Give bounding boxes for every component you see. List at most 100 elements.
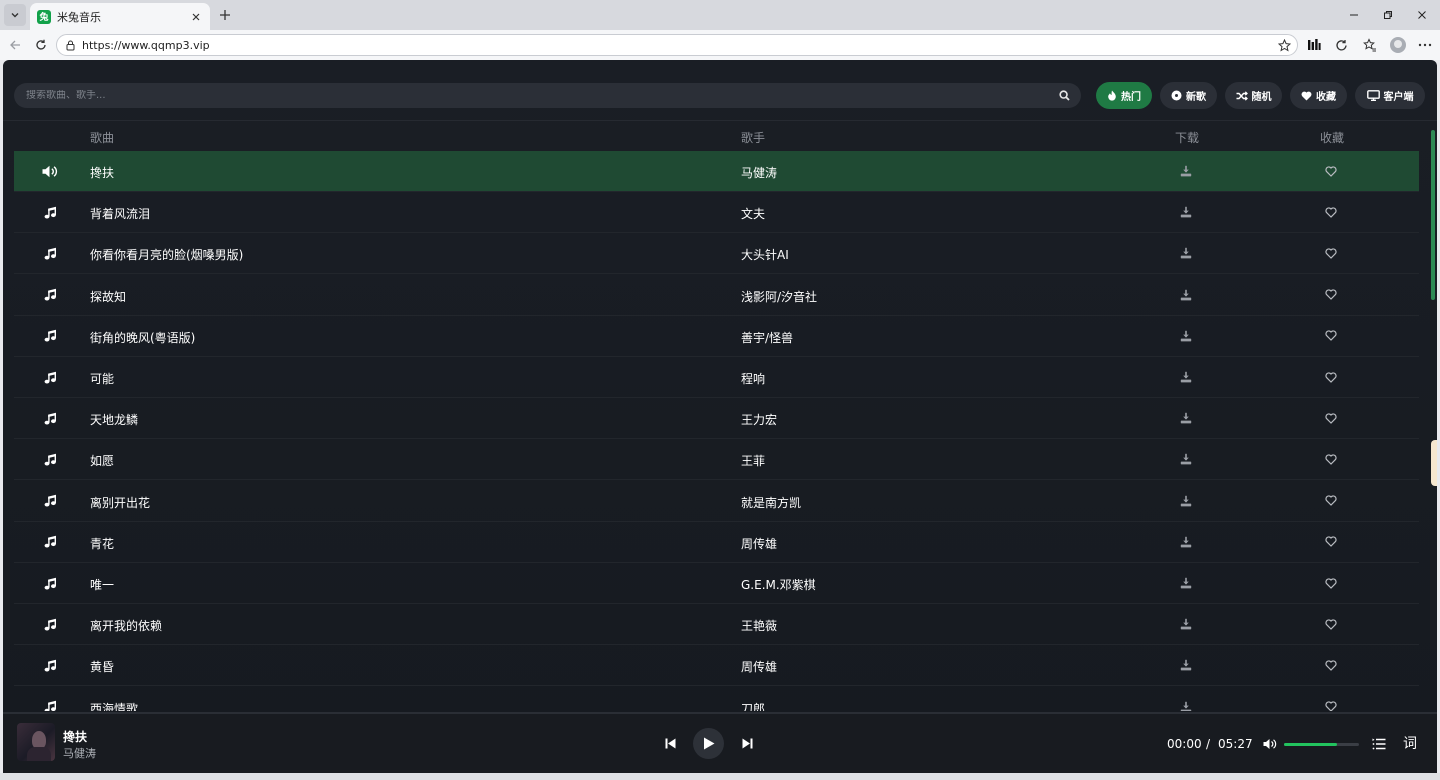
song-row[interactable]: 街角的晚风(粤语版) 善宇/怪兽 xyxy=(14,316,1419,357)
song-artist[interactable]: 程响 xyxy=(741,370,765,387)
volume-button[interactable] xyxy=(1261,736,1279,752)
previous-button[interactable] xyxy=(662,735,678,751)
song-artist[interactable]: 周传雄 xyxy=(741,658,777,675)
chip-favorites[interactable]: 收藏 xyxy=(1290,82,1347,109)
song-title[interactable]: 离别开出花 xyxy=(90,494,150,511)
song-artist[interactable]: 善宇/怪兽 xyxy=(741,329,793,346)
lyrics-button[interactable]: 词 xyxy=(1403,733,1417,753)
song-title[interactable]: 街角的晚风(粤语版) xyxy=(90,329,195,346)
song-title[interactable]: 天地龙鳞 xyxy=(90,411,138,428)
download-button[interactable] xyxy=(1179,288,1193,302)
next-button[interactable] xyxy=(739,735,755,751)
download-button[interactable] xyxy=(1179,535,1193,549)
download-button[interactable] xyxy=(1179,205,1193,219)
download-button[interactable] xyxy=(1179,494,1193,508)
back-button[interactable] xyxy=(6,36,24,54)
star-icon[interactable] xyxy=(1278,38,1291,52)
song-title[interactable]: 你看你看月亮的脸(烟嗓男版) xyxy=(90,246,243,263)
chip-client[interactable]: 客户端 xyxy=(1355,82,1425,109)
favorites-button[interactable] xyxy=(1361,36,1379,54)
volume-slider[interactable] xyxy=(1284,743,1359,746)
list-scrollbar[interactable] xyxy=(1431,130,1435,300)
song-row[interactable]: 探故知 浅影阿/汐音社 xyxy=(14,275,1419,316)
download-button[interactable] xyxy=(1179,700,1193,711)
song-row[interactable]: 青花 周传雄 xyxy=(14,522,1419,563)
song-title[interactable]: 唯一 xyxy=(90,576,114,593)
song-artist[interactable]: 马健涛 xyxy=(741,164,777,181)
song-artist[interactable]: 周传雄 xyxy=(741,535,777,552)
reload-button[interactable] xyxy=(32,36,50,54)
tab-list-button[interactable] xyxy=(4,4,26,26)
song-title[interactable]: 搀扶 xyxy=(90,164,114,181)
song-title[interactable]: 背着风流泪 xyxy=(90,205,150,222)
favorite-button[interactable] xyxy=(1324,700,1338,711)
new-tab-button[interactable] xyxy=(216,6,234,24)
favorite-button[interactable] xyxy=(1324,205,1338,219)
favorite-button[interactable] xyxy=(1324,246,1338,260)
song-row[interactable]: 可能 程响 xyxy=(14,357,1419,398)
album-cover[interactable] xyxy=(17,723,55,761)
song-row[interactable]: 西海情歌 刀郎 xyxy=(14,687,1419,711)
song-row[interactable]: 黄昏 周传雄 xyxy=(14,645,1419,687)
song-row[interactable]: 离别开出花 就是南方凯 xyxy=(14,481,1419,522)
song-artist[interactable]: 大头针AI xyxy=(741,246,789,263)
song-title[interactable]: 离开我的依赖 xyxy=(90,617,162,634)
tab-close-button[interactable] xyxy=(188,9,204,25)
song-artist[interactable]: G.E.M.邓紫棋 xyxy=(741,576,816,593)
song-title[interactable]: 西海情歌 xyxy=(90,700,138,711)
address-bar[interactable]: https://www.qqmp3.vip xyxy=(56,34,1298,56)
download-button[interactable] xyxy=(1179,164,1193,178)
song-artist[interactable]: 刀郎 xyxy=(741,700,765,711)
song-title[interactable]: 可能 xyxy=(90,370,114,387)
song-artist[interactable]: 王菲 xyxy=(741,452,765,469)
song-artist[interactable]: 王艳薇 xyxy=(741,617,777,634)
chip-new[interactable]: 新歌 xyxy=(1160,82,1217,109)
favorite-button[interactable] xyxy=(1324,617,1338,631)
download-button[interactable] xyxy=(1179,329,1193,343)
sync-button[interactable] xyxy=(1332,36,1350,54)
favorite-button[interactable] xyxy=(1324,164,1338,178)
favorite-button[interactable] xyxy=(1324,411,1338,425)
more-menu-button[interactable] xyxy=(1416,36,1434,54)
song-artist[interactable]: 文夫 xyxy=(741,205,765,222)
song-title[interactable]: 青花 xyxy=(90,535,114,552)
favorite-button[interactable] xyxy=(1324,535,1338,549)
download-button[interactable] xyxy=(1179,658,1193,672)
song-row[interactable]: 天地龙鳞 王力宏 xyxy=(14,398,1419,440)
playlist-button[interactable] xyxy=(1370,735,1388,753)
minimize-button[interactable] xyxy=(1345,6,1363,24)
search-button[interactable] xyxy=(1057,89,1071,103)
song-row-playing[interactable]: 搀扶 马健涛 xyxy=(14,151,1419,192)
favorite-button[interactable] xyxy=(1324,452,1338,466)
site-info-icon[interactable] xyxy=(65,40,76,51)
download-button[interactable] xyxy=(1179,246,1193,260)
favorite-button[interactable] xyxy=(1324,658,1338,672)
song-title[interactable]: 黄昏 xyxy=(90,658,114,675)
extension-icon[interactable] xyxy=(1305,36,1323,54)
song-row[interactable]: 如愿 王菲 xyxy=(14,439,1419,481)
side-pull-tab[interactable] xyxy=(1431,440,1437,486)
song-row[interactable]: 你看你看月亮的脸(烟嗓男版) 大头针AI xyxy=(14,233,1419,275)
song-title[interactable]: 探故知 xyxy=(90,288,126,305)
song-row[interactable]: 背着风流泪 文夫 xyxy=(14,192,1419,234)
song-artist[interactable]: 就是南方凯 xyxy=(741,494,801,511)
browser-tab[interactable]: 兔 米兔音乐 xyxy=(30,3,210,30)
chip-hot[interactable]: 热门 xyxy=(1096,82,1152,109)
download-button[interactable] xyxy=(1179,576,1193,590)
favorite-button[interactable] xyxy=(1324,370,1338,384)
restore-button[interactable] xyxy=(1379,6,1397,24)
close-window-button[interactable] xyxy=(1413,6,1431,24)
download-button[interactable] xyxy=(1179,617,1193,631)
chip-random[interactable]: 随机 xyxy=(1225,82,1282,109)
play-button[interactable] xyxy=(693,728,724,759)
download-button[interactable] xyxy=(1179,452,1193,466)
search-bar[interactable] xyxy=(14,83,1081,108)
favorite-button[interactable] xyxy=(1324,494,1338,508)
download-button[interactable] xyxy=(1179,411,1193,425)
download-button[interactable] xyxy=(1179,370,1193,384)
search-input[interactable] xyxy=(26,90,1057,101)
profile-button[interactable] xyxy=(1389,36,1407,54)
favorite-button[interactable] xyxy=(1324,288,1338,302)
song-title[interactable]: 如愿 xyxy=(90,452,114,469)
song-row[interactable]: 离开我的依赖 王艳薇 xyxy=(14,604,1419,646)
